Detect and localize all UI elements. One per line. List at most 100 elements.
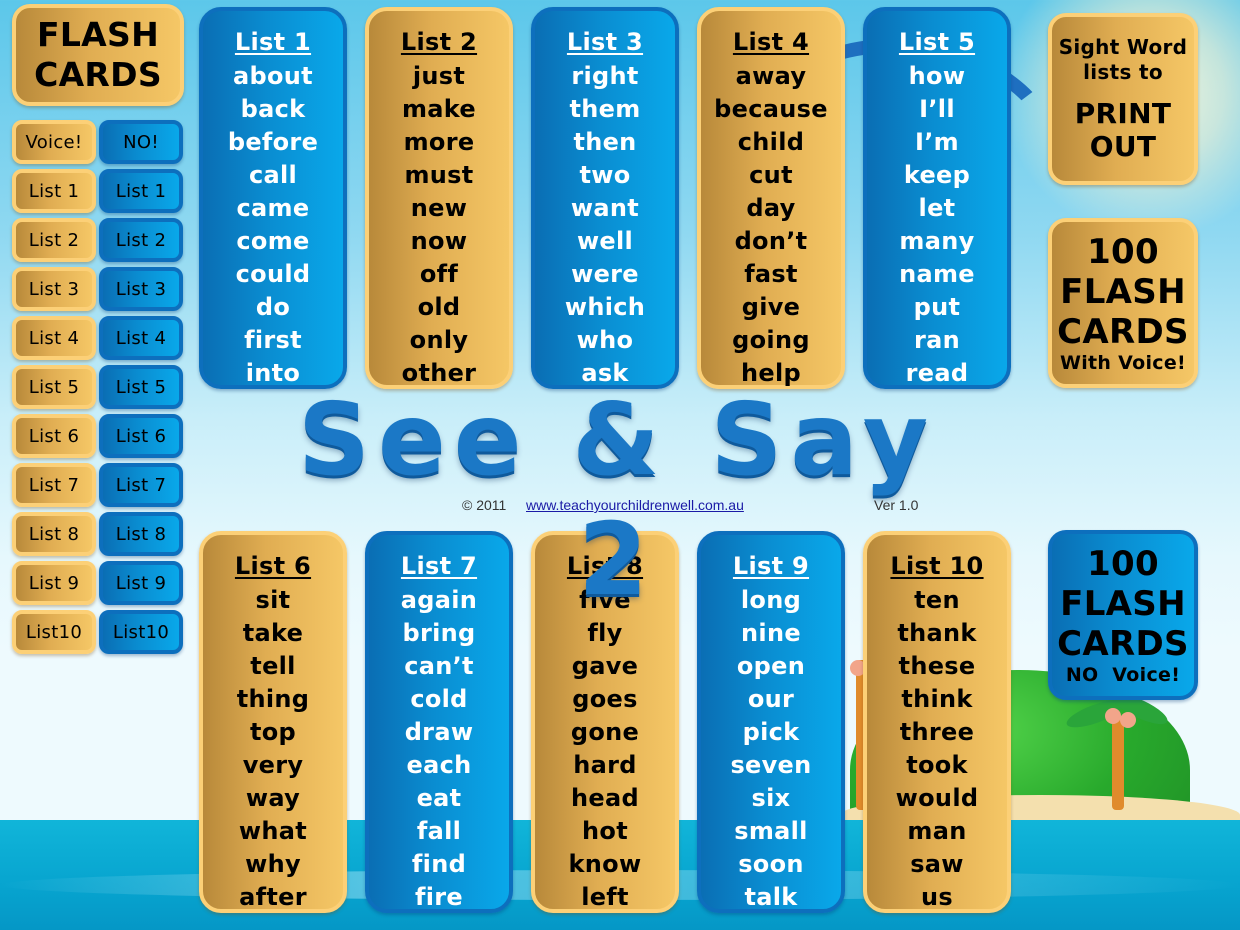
word-list-item: very — [242, 751, 304, 779]
no-voice-list-button-9[interactable]: List 9 — [99, 561, 183, 605]
no-voice-label-button[interactable]: NO! — [99, 120, 183, 164]
no-voice-list-button-3[interactable]: List 3 — [99, 267, 183, 311]
voice-list-button-4[interactable]: List 4 — [12, 316, 96, 360]
word-list-item: talk — [744, 883, 798, 911]
word-list-item: fire — [415, 883, 463, 911]
voice-list-button-9[interactable]: List 9 — [12, 561, 96, 605]
voice-list-button-5[interactable]: List 5 — [12, 365, 96, 409]
word-list-item: us — [921, 883, 953, 911]
word-list-item: I’ll — [919, 95, 955, 123]
word-list-item: took — [906, 751, 968, 779]
flash-novoice-line3: CARDS — [1057, 624, 1189, 664]
word-list-item: man — [907, 817, 967, 845]
word-list-item: before — [227, 128, 319, 156]
voice-list-button-2[interactable]: List 2 — [12, 218, 96, 262]
no-voice-list-button-4[interactable]: List 4 — [99, 316, 183, 360]
word-list-item: who — [576, 326, 634, 354]
word-list-item: about — [233, 62, 313, 90]
word-list-item: how — [908, 62, 966, 90]
word-list-item: fall — [416, 817, 462, 845]
website-link[interactable]: www.teachyourchildrenwell.com.au — [526, 497, 744, 513]
word-list-item: gone — [570, 718, 640, 746]
word-list-item: come — [236, 227, 310, 255]
website-link-wrapper: www.teachyourchildrenwell.com.au — [526, 497, 744, 513]
print-line4: OUT — [1089, 130, 1157, 163]
flash-cards-heading-line1: FLASH — [37, 15, 159, 54]
word-list-item: must — [404, 161, 474, 189]
word-list-card-3[interactable]: List 3 right them then two want well were which w… — [531, 7, 679, 389]
no-voice-list-button-5[interactable]: List 5 — [99, 365, 183, 409]
flash-novoice-line4: NO Voice! — [1065, 664, 1181, 686]
word-list-item: nine — [741, 619, 801, 647]
word-list-item: because — [714, 95, 828, 123]
word-list-item: just — [412, 62, 466, 90]
word-list-item: then — [573, 128, 637, 156]
word-list-card-2[interactable]: List 2 just make more must new now off old only ot… — [365, 7, 513, 389]
word-list-item: eat — [416, 784, 462, 812]
word-list-item: could — [235, 260, 311, 288]
flash-cards-with-voice-button[interactable]: 100 FLASH CARDS With Voice! — [1048, 218, 1198, 388]
flash-voice-line2: FLASH — [1060, 272, 1186, 312]
no-voice-list-button-8[interactable]: List 8 — [99, 512, 183, 556]
word-list-item: after — [239, 883, 307, 911]
word-list-item: take — [242, 619, 304, 647]
no-voice-list-button-2[interactable]: List 2 — [99, 218, 183, 262]
word-list-item: find — [411, 850, 467, 878]
word-list-item: sit — [255, 586, 291, 614]
voice-list-button-3[interactable]: List 3 — [12, 267, 96, 311]
voice-label-button[interactable]: Voice! — [12, 120, 96, 164]
no-voice-list-button-10[interactable]: List10 — [99, 610, 183, 654]
word-list-title: List 3 — [566, 28, 644, 56]
word-list-item: let — [918, 194, 956, 222]
voice-list-button-10[interactable]: List10 — [12, 610, 96, 654]
copyright-text: © 2011 — [462, 497, 507, 513]
word-list-item: make — [402, 95, 476, 123]
word-list-card-1[interactable]: List 1 about back before call came come could do… — [199, 7, 347, 389]
word-list-item: came — [236, 194, 310, 222]
flash-cards-heading: FLASH CARDS — [12, 4, 184, 106]
word-list-item: were — [571, 260, 639, 288]
word-list-item: now — [410, 227, 468, 255]
voice-list-button-1[interactable]: List 1 — [12, 169, 96, 213]
voice-list-button-6[interactable]: List 6 — [12, 414, 96, 458]
word-list-item: know — [568, 850, 642, 878]
word-list-card-5[interactable]: List 5 how I’ll I’m keep let many name put ran rea… — [863, 7, 1011, 389]
word-list-item: name — [899, 260, 975, 288]
word-list-item: off — [419, 260, 459, 288]
voice-list-button-7[interactable]: List 7 — [12, 463, 96, 507]
no-voice-list-button-1[interactable]: List 1 — [99, 169, 183, 213]
voice-list-button-8[interactable]: List 8 — [12, 512, 96, 556]
coconut — [1120, 712, 1136, 728]
word-list-item: two — [579, 161, 631, 189]
word-list-item: thing — [236, 685, 310, 713]
word-list-item: head — [571, 784, 639, 812]
word-list-item: give — [741, 293, 801, 321]
word-list-item: way — [245, 784, 301, 812]
word-list-item: hard — [573, 751, 637, 779]
flash-novoice-line2: FLASH — [1060, 584, 1186, 624]
word-list-item: put — [913, 293, 961, 321]
word-list-item: more — [403, 128, 475, 156]
flash-novoice-line1: 100 — [1087, 544, 1159, 584]
word-list-item: open — [736, 652, 806, 680]
word-list-title: List 1 — [234, 28, 312, 56]
word-list-item: fly — [587, 619, 623, 647]
word-list-item: keep — [903, 161, 971, 189]
coconut — [1105, 708, 1121, 724]
no-voice-list-button-6[interactable]: List 6 — [99, 414, 183, 458]
word-list-item: only — [409, 326, 469, 354]
print-out-button[interactable]: Sight Word lists to PRINT OUT — [1048, 13, 1198, 185]
word-list-item: our — [747, 685, 795, 713]
word-list-item: child — [737, 128, 805, 156]
word-list-item: can’t — [404, 652, 474, 680]
word-list-item: left — [581, 883, 629, 911]
word-list-item: ran — [913, 326, 961, 354]
word-list-item: tell — [250, 652, 296, 680]
no-voice-list-button-7[interactable]: List 7 — [99, 463, 183, 507]
word-list-item: draw — [404, 718, 474, 746]
word-list-item: goes — [572, 685, 638, 713]
word-list-card-4[interactable]: List 4 away because child cut day don’t fast giv… — [697, 7, 845, 389]
word-list-item: want — [570, 194, 640, 222]
flash-cards-no-voice-button[interactable]: 100 FLASH CARDS NO Voice! — [1048, 530, 1198, 700]
word-list-item: bring — [402, 619, 476, 647]
